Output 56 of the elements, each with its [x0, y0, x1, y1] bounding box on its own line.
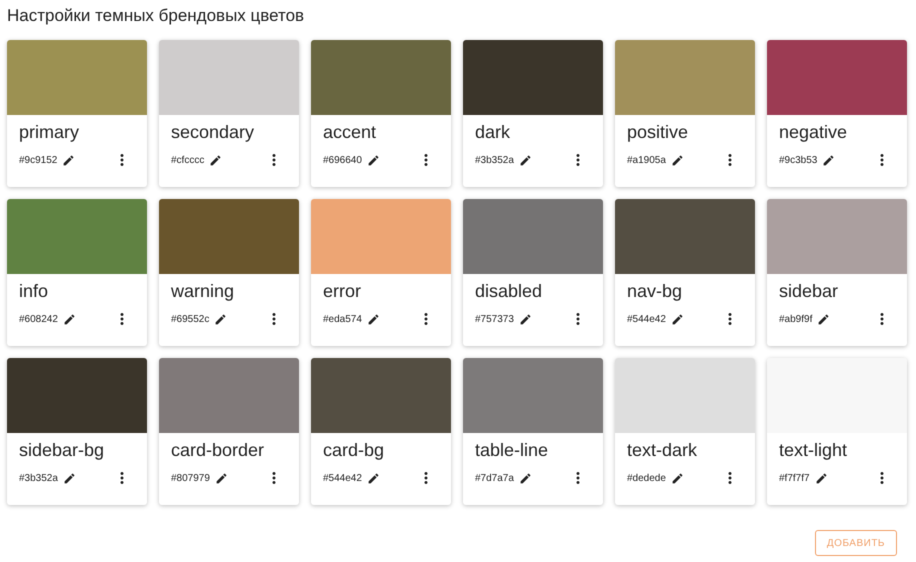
hex-value: #544e42 [627, 312, 666, 326]
hex-value: #807979 [171, 472, 210, 486]
hex-value: #7d7a7a [475, 472, 514, 486]
add-button[interactable]: ДОБАВИТЬ [814, 530, 897, 556]
hex-value: #9c9152 [19, 154, 58, 168]
edit-icon[interactable] [209, 154, 222, 166]
color-name: sidebar [778, 280, 840, 302]
edit-icon[interactable] [366, 472, 380, 484]
hex-value: #3b352a [475, 154, 514, 168]
edit-icon[interactable] [518, 312, 532, 326]
edit-icon[interactable] [814, 472, 828, 484]
edit-icon[interactable] [62, 312, 76, 326]
hex-value: #a1905a [627, 154, 666, 168]
color-name: primary [18, 121, 80, 143]
color-name: accent [322, 121, 378, 143]
hex-value: #cfcccc [171, 154, 204, 168]
color-name: card-border [170, 439, 266, 461]
edit-icon[interactable] [366, 154, 380, 166]
hex-value: #9c3b53 [779, 154, 818, 168]
edit-icon[interactable] [670, 154, 684, 166]
color-name: warning [170, 280, 236, 302]
color-name: table-line [474, 439, 550, 461]
edit-icon[interactable] [214, 472, 228, 484]
color-name: text-light [778, 439, 848, 461]
color-name: card-bg [322, 439, 386, 461]
hex-value: #3b352a [19, 472, 58, 486]
color-name: text-dark [626, 439, 698, 461]
color-name: dark [474, 121, 512, 143]
color-name: negative [778, 121, 848, 143]
hex-value: #dedede [627, 472, 666, 486]
color-name: secondary [170, 121, 256, 143]
hex-value: #eda574 [323, 312, 362, 326]
edit-icon[interactable] [670, 312, 684, 326]
color-name: disabled [474, 280, 544, 302]
hex-value: #69552c [171, 312, 210, 326]
color-name: info [18, 280, 50, 302]
edit-icon[interactable] [214, 312, 228, 326]
color-name: positive [626, 121, 690, 143]
edit-icon[interactable] [62, 154, 76, 166]
edit-icon[interactable] [670, 472, 684, 484]
color-name: sidebar-bg [18, 439, 106, 461]
hex-value: #f7f7f7 [779, 472, 810, 486]
hex-value: #696640 [323, 154, 362, 168]
hex-value: #ab9f9f [779, 312, 812, 326]
page-title: Настройки темных брендовых цветов [7, 5, 306, 27]
color-name: error [322, 280, 362, 302]
color-name: nav-bg [626, 280, 684, 302]
hex-value: #608242 [19, 312, 58, 326]
edit-icon[interactable] [518, 472, 532, 484]
edit-icon[interactable] [518, 154, 532, 166]
edit-icon[interactable] [817, 312, 830, 326]
edit-icon[interactable] [822, 154, 836, 166]
edit-icon[interactable] [366, 312, 380, 326]
edit-icon[interactable] [62, 472, 76, 484]
hex-value: #757373 [475, 312, 514, 326]
hex-value: #544e42 [323, 472, 362, 486]
